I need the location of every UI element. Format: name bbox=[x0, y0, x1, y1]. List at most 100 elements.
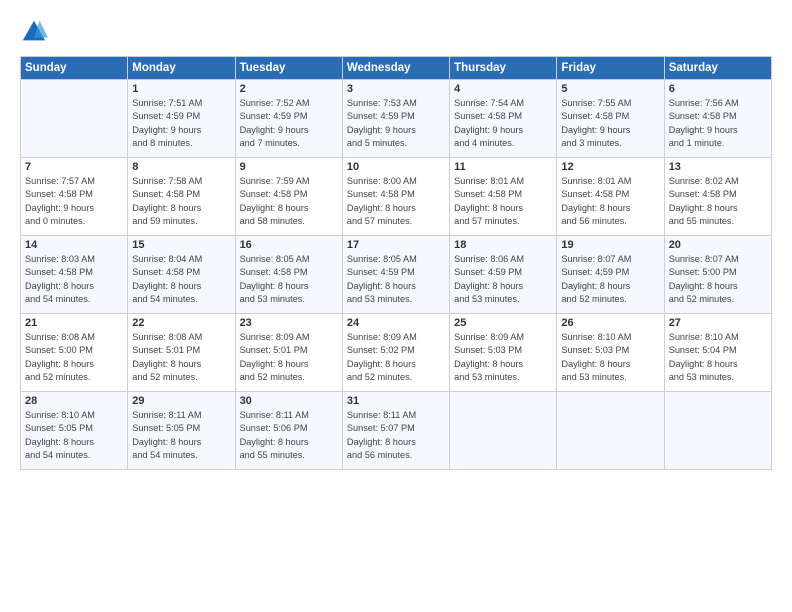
calendar-cell bbox=[21, 80, 128, 158]
calendar-cell: 1 Sunrise: 7:51 AM Sunset: 4:59 PM Daylig… bbox=[128, 80, 235, 158]
day-info: Sunrise: 8:09 AM Sunset: 5:03 PM Dayligh… bbox=[454, 331, 552, 384]
day-number: 7 bbox=[25, 161, 123, 173]
day-number: 21 bbox=[25, 317, 123, 329]
calendar-cell: 24 Sunrise: 8:09 AM Sunset: 5:02 PM Dayli… bbox=[342, 314, 449, 392]
calendar-cell: 13 Sunrise: 8:02 AM Sunset: 4:58 PM Dayli… bbox=[664, 158, 771, 236]
logo bbox=[20, 18, 52, 46]
calendar-header-cell: Wednesday bbox=[342, 57, 449, 80]
day-info: Sunrise: 8:01 AM Sunset: 4:58 PM Dayligh… bbox=[454, 175, 552, 228]
day-info: Sunrise: 7:52 AM Sunset: 4:59 PM Dayligh… bbox=[240, 97, 338, 150]
day-info: Sunrise: 8:11 AM Sunset: 5:05 PM Dayligh… bbox=[132, 409, 230, 462]
calendar-cell bbox=[557, 392, 664, 470]
calendar-cell: 18 Sunrise: 8:06 AM Sunset: 4:59 PM Dayli… bbox=[450, 236, 557, 314]
day-info: Sunrise: 8:01 AM Sunset: 4:58 PM Dayligh… bbox=[561, 175, 659, 228]
day-info: Sunrise: 7:56 AM Sunset: 4:58 PM Dayligh… bbox=[669, 97, 767, 150]
day-number: 17 bbox=[347, 239, 445, 251]
day-number: 9 bbox=[240, 161, 338, 173]
calendar-cell: 31 Sunrise: 8:11 AM Sunset: 5:07 PM Dayli… bbox=[342, 392, 449, 470]
day-info: Sunrise: 8:05 AM Sunset: 4:58 PM Dayligh… bbox=[240, 253, 338, 306]
day-info: Sunrise: 8:09 AM Sunset: 5:01 PM Dayligh… bbox=[240, 331, 338, 384]
day-number: 13 bbox=[669, 161, 767, 173]
calendar-header-cell: Tuesday bbox=[235, 57, 342, 80]
calendar-cell: 3 Sunrise: 7:53 AM Sunset: 4:59 PM Daylig… bbox=[342, 80, 449, 158]
calendar-cell: 17 Sunrise: 8:05 AM Sunset: 4:59 PM Dayli… bbox=[342, 236, 449, 314]
day-number: 1 bbox=[132, 83, 230, 95]
calendar-cell: 4 Sunrise: 7:54 AM Sunset: 4:58 PM Daylig… bbox=[450, 80, 557, 158]
day-info: Sunrise: 7:51 AM Sunset: 4:59 PM Dayligh… bbox=[132, 97, 230, 150]
day-number: 30 bbox=[240, 395, 338, 407]
day-info: Sunrise: 8:03 AM Sunset: 4:58 PM Dayligh… bbox=[25, 253, 123, 306]
calendar-table: SundayMondayTuesdayWednesdayThursdayFrid… bbox=[20, 56, 772, 470]
calendar-cell bbox=[664, 392, 771, 470]
day-number: 15 bbox=[132, 239, 230, 251]
calendar-cell: 21 Sunrise: 8:08 AM Sunset: 5:00 PM Dayli… bbox=[21, 314, 128, 392]
day-number: 27 bbox=[669, 317, 767, 329]
day-number: 8 bbox=[132, 161, 230, 173]
day-info: Sunrise: 8:10 AM Sunset: 5:04 PM Dayligh… bbox=[669, 331, 767, 384]
calendar-header-cell: Sunday bbox=[21, 57, 128, 80]
calendar-cell bbox=[450, 392, 557, 470]
day-number: 24 bbox=[347, 317, 445, 329]
header bbox=[20, 18, 772, 46]
day-number: 29 bbox=[132, 395, 230, 407]
day-info: Sunrise: 8:00 AM Sunset: 4:58 PM Dayligh… bbox=[347, 175, 445, 228]
day-info: Sunrise: 7:53 AM Sunset: 4:59 PM Dayligh… bbox=[347, 97, 445, 150]
day-info: Sunrise: 8:06 AM Sunset: 4:59 PM Dayligh… bbox=[454, 253, 552, 306]
day-number: 10 bbox=[347, 161, 445, 173]
calendar-cell: 25 Sunrise: 8:09 AM Sunset: 5:03 PM Dayli… bbox=[450, 314, 557, 392]
day-info: Sunrise: 8:08 AM Sunset: 5:01 PM Dayligh… bbox=[132, 331, 230, 384]
calendar-cell: 12 Sunrise: 8:01 AM Sunset: 4:58 PM Dayli… bbox=[557, 158, 664, 236]
calendar-body: 1 Sunrise: 7:51 AM Sunset: 4:59 PM Daylig… bbox=[21, 80, 772, 470]
day-info: Sunrise: 8:10 AM Sunset: 5:03 PM Dayligh… bbox=[561, 331, 659, 384]
day-info: Sunrise: 8:11 AM Sunset: 5:06 PM Dayligh… bbox=[240, 409, 338, 462]
day-number: 12 bbox=[561, 161, 659, 173]
calendar-header-row: SundayMondayTuesdayWednesdayThursdayFrid… bbox=[21, 57, 772, 80]
calendar-cell: 29 Sunrise: 8:11 AM Sunset: 5:05 PM Dayli… bbox=[128, 392, 235, 470]
day-info: Sunrise: 7:54 AM Sunset: 4:58 PM Dayligh… bbox=[454, 97, 552, 150]
day-number: 26 bbox=[561, 317, 659, 329]
day-info: Sunrise: 8:05 AM Sunset: 4:59 PM Dayligh… bbox=[347, 253, 445, 306]
calendar-cell: 10 Sunrise: 8:00 AM Sunset: 4:58 PM Dayli… bbox=[342, 158, 449, 236]
calendar-cell: 15 Sunrise: 8:04 AM Sunset: 4:58 PM Dayli… bbox=[128, 236, 235, 314]
day-info: Sunrise: 8:08 AM Sunset: 5:00 PM Dayligh… bbox=[25, 331, 123, 384]
day-number: 14 bbox=[25, 239, 123, 251]
day-number: 19 bbox=[561, 239, 659, 251]
calendar-cell: 16Sunrise: 8:05 AM Sunset: 4:58 PM Dayli… bbox=[235, 236, 342, 314]
calendar-cell: 22 Sunrise: 8:08 AM Sunset: 5:01 PM Dayli… bbox=[128, 314, 235, 392]
calendar-week-row: 1 Sunrise: 7:51 AM Sunset: 4:59 PM Daylig… bbox=[21, 80, 772, 158]
day-number: 2 bbox=[240, 83, 338, 95]
calendar-cell: 11 Sunrise: 8:01 AM Sunset: 4:58 PM Dayli… bbox=[450, 158, 557, 236]
calendar-week-row: 28 Sunrise: 8:10 AM Sunset: 5:05 PM Dayli… bbox=[21, 392, 772, 470]
calendar-cell: 2 Sunrise: 7:52 AM Sunset: 4:59 PM Daylig… bbox=[235, 80, 342, 158]
day-info: Sunrise: 8:07 AM Sunset: 4:59 PM Dayligh… bbox=[561, 253, 659, 306]
day-info: Sunrise: 8:09 AM Sunset: 5:02 PM Dayligh… bbox=[347, 331, 445, 384]
day-info: Sunrise: 8:04 AM Sunset: 4:58 PM Dayligh… bbox=[132, 253, 230, 306]
day-number: 31 bbox=[347, 395, 445, 407]
calendar-week-row: 21 Sunrise: 8:08 AM Sunset: 5:00 PM Dayli… bbox=[21, 314, 772, 392]
day-number: 5 bbox=[561, 83, 659, 95]
calendar-header-cell: Monday bbox=[128, 57, 235, 80]
calendar-cell: 5Sunrise: 7:55 AM Sunset: 4:58 PM Daylig… bbox=[557, 80, 664, 158]
day-number: 18 bbox=[454, 239, 552, 251]
day-number: 28 bbox=[25, 395, 123, 407]
day-info: Sunrise: 8:10 AM Sunset: 5:05 PM Dayligh… bbox=[25, 409, 123, 462]
calendar-header-cell: Friday bbox=[557, 57, 664, 80]
calendar-week-row: 14 Sunrise: 8:03 AM Sunset: 4:58 PM Dayli… bbox=[21, 236, 772, 314]
day-number: 4 bbox=[454, 83, 552, 95]
day-number: 23 bbox=[240, 317, 338, 329]
day-info: Sunrise: 7:59 AM Sunset: 4:58 PM Dayligh… bbox=[240, 175, 338, 228]
page: SundayMondayTuesdayWednesdayThursdayFrid… bbox=[0, 0, 792, 612]
day-info: Sunrise: 8:11 AM Sunset: 5:07 PM Dayligh… bbox=[347, 409, 445, 462]
day-info: Sunrise: 8:02 AM Sunset: 4:58 PM Dayligh… bbox=[669, 175, 767, 228]
calendar-cell: 27 Sunrise: 8:10 AM Sunset: 5:04 PM Dayli… bbox=[664, 314, 771, 392]
day-number: 25 bbox=[454, 317, 552, 329]
day-number: 20 bbox=[669, 239, 767, 251]
calendar-cell: 7Sunrise: 7:57 AM Sunset: 4:58 PM Daylig… bbox=[21, 158, 128, 236]
day-number: 22 bbox=[132, 317, 230, 329]
calendar-cell: 26 Sunrise: 8:10 AM Sunset: 5:03 PM Dayli… bbox=[557, 314, 664, 392]
calendar-header-cell: Thursday bbox=[450, 57, 557, 80]
day-number: 11 bbox=[454, 161, 552, 173]
day-number: 6 bbox=[669, 83, 767, 95]
calendar-cell: 20Sunrise: 8:07 AM Sunset: 5:00 PM Dayli… bbox=[664, 236, 771, 314]
day-number: 3 bbox=[347, 83, 445, 95]
